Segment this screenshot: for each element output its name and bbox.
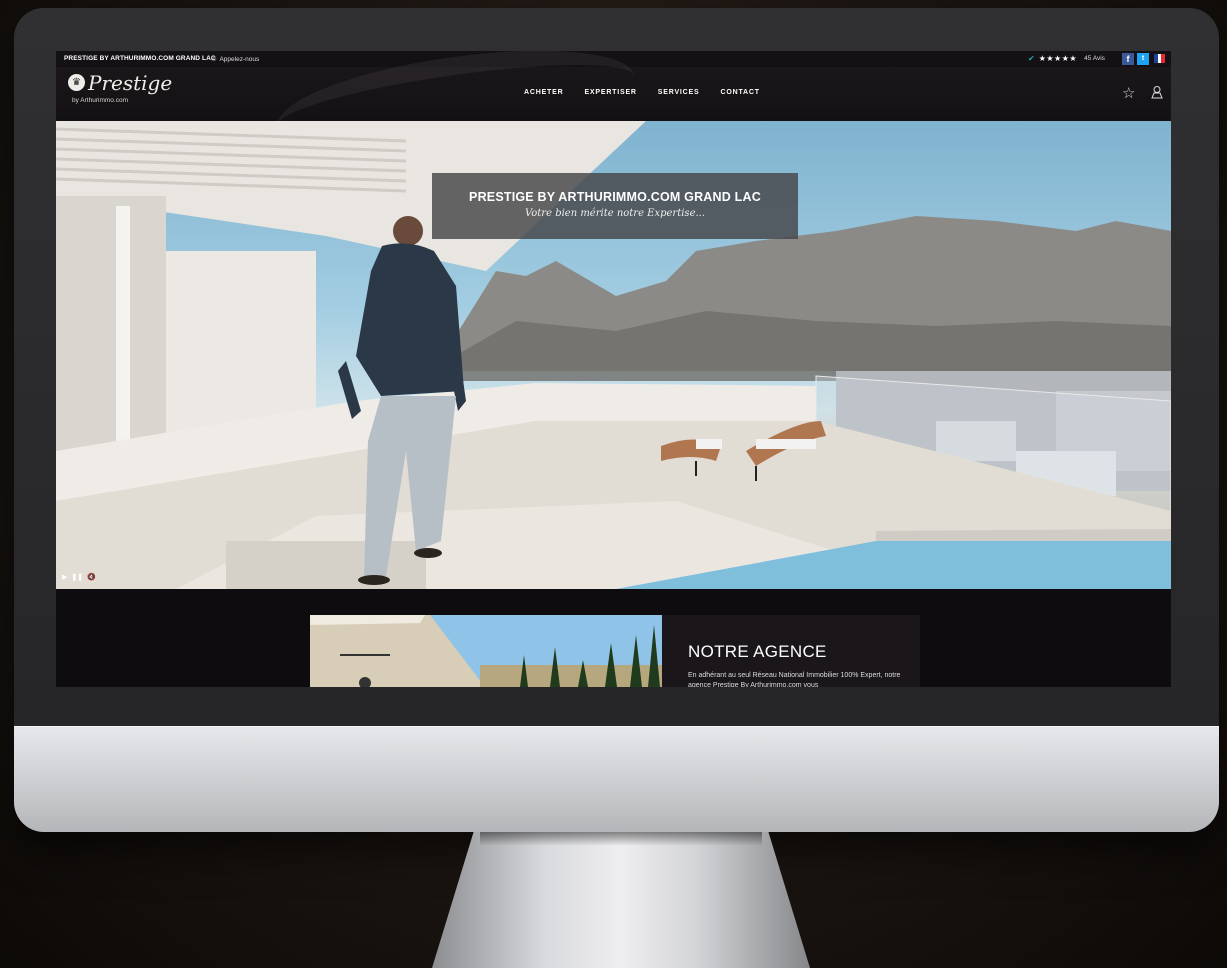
crest-icon: ♛ [68, 74, 85, 91]
rating-stars: ★★★★★ [1038, 54, 1078, 63]
main-menu: ACHETER EXPERTISER SERVICES CONTACT [524, 89, 760, 96]
monitor-stand [432, 832, 810, 968]
logo-wordmark: Prestige [88, 71, 173, 95]
nav-acheter[interactable]: ACHETER [524, 89, 563, 96]
logo-subtitle: by Arthurimmo.com [72, 97, 128, 104]
french-flag-icon[interactable] [1154, 54, 1166, 63]
call-label: Appelez-nous [219, 56, 260, 63]
agency-name: PRESTIGE BY ARTHURIMMO.COM GRAND LAC [64, 55, 216, 62]
phone-icon: ✆ [211, 56, 217, 63]
nav-services[interactable]: SERVICES [658, 89, 700, 96]
facebook-icon[interactable]: f [1122, 53, 1134, 65]
check-icon: ✔ [1028, 54, 1035, 63]
hero-subtitle: Votre bien mérite notre Expertise... [524, 208, 706, 219]
hero-video[interactable]: PRESTIGE BY ARTHURIMMO.COM GRAND LAC Vot… [56, 121, 1171, 589]
user-icon[interactable] [1150, 85, 1164, 99]
hero-title-box: PRESTIGE BY ARTHURIMMO.COM GRAND LAC Vot… [432, 173, 798, 239]
reviews-count: 45 Avis [1084, 55, 1105, 62]
agency-section: NOTRE AGENCE En adhérant au seul Réseau … [56, 589, 1171, 687]
reviews-widget[interactable]: ✔ ★★★★★ 45 Avis [1028, 54, 1105, 63]
agency-card: NOTRE AGENCE En adhérant au seul Réseau … [662, 615, 920, 687]
agency-description: En adhérant au seul Réseau National Immo… [688, 672, 901, 687]
play-icon[interactable]: ▶ [62, 573, 67, 581]
website-screen: PRESTIGE BY ARTHURIMMO.COM GRAND LAC ✆ Ap… [56, 51, 1171, 687]
call-link[interactable]: ✆ Appelez-nous [211, 55, 259, 63]
nav-expertiser[interactable]: EXPERTISER [584, 89, 636, 96]
stand-shadow [480, 832, 762, 846]
hero-title: PRESTIGE BY ARTHURIMMO.COM GRAND LAC [469, 190, 761, 204]
pause-icon[interactable]: ❚❚ [71, 573, 83, 581]
imac-monitor: PRESTIGE BY ARTHURIMMO.COM GRAND LAC ✆ Ap… [14, 8, 1219, 832]
star-icon[interactable]: ☆ [1122, 84, 1135, 102]
monitor-chin [14, 726, 1219, 832]
nav-contact[interactable]: CONTACT [720, 89, 759, 96]
video-controls: ▶ ❚❚ 🔇 [62, 573, 96, 581]
agency-photo [310, 615, 662, 687]
agency-building-image [310, 615, 662, 687]
agency-heading: NOTRE AGENCE [688, 642, 827, 661]
twitter-icon[interactable]: t [1137, 53, 1149, 65]
mute-icon[interactable]: 🔇 [87, 573, 96, 581]
main-navbar: ♛ Prestige by Arthurimmo.com ACHETER EXP… [56, 51, 1171, 170]
